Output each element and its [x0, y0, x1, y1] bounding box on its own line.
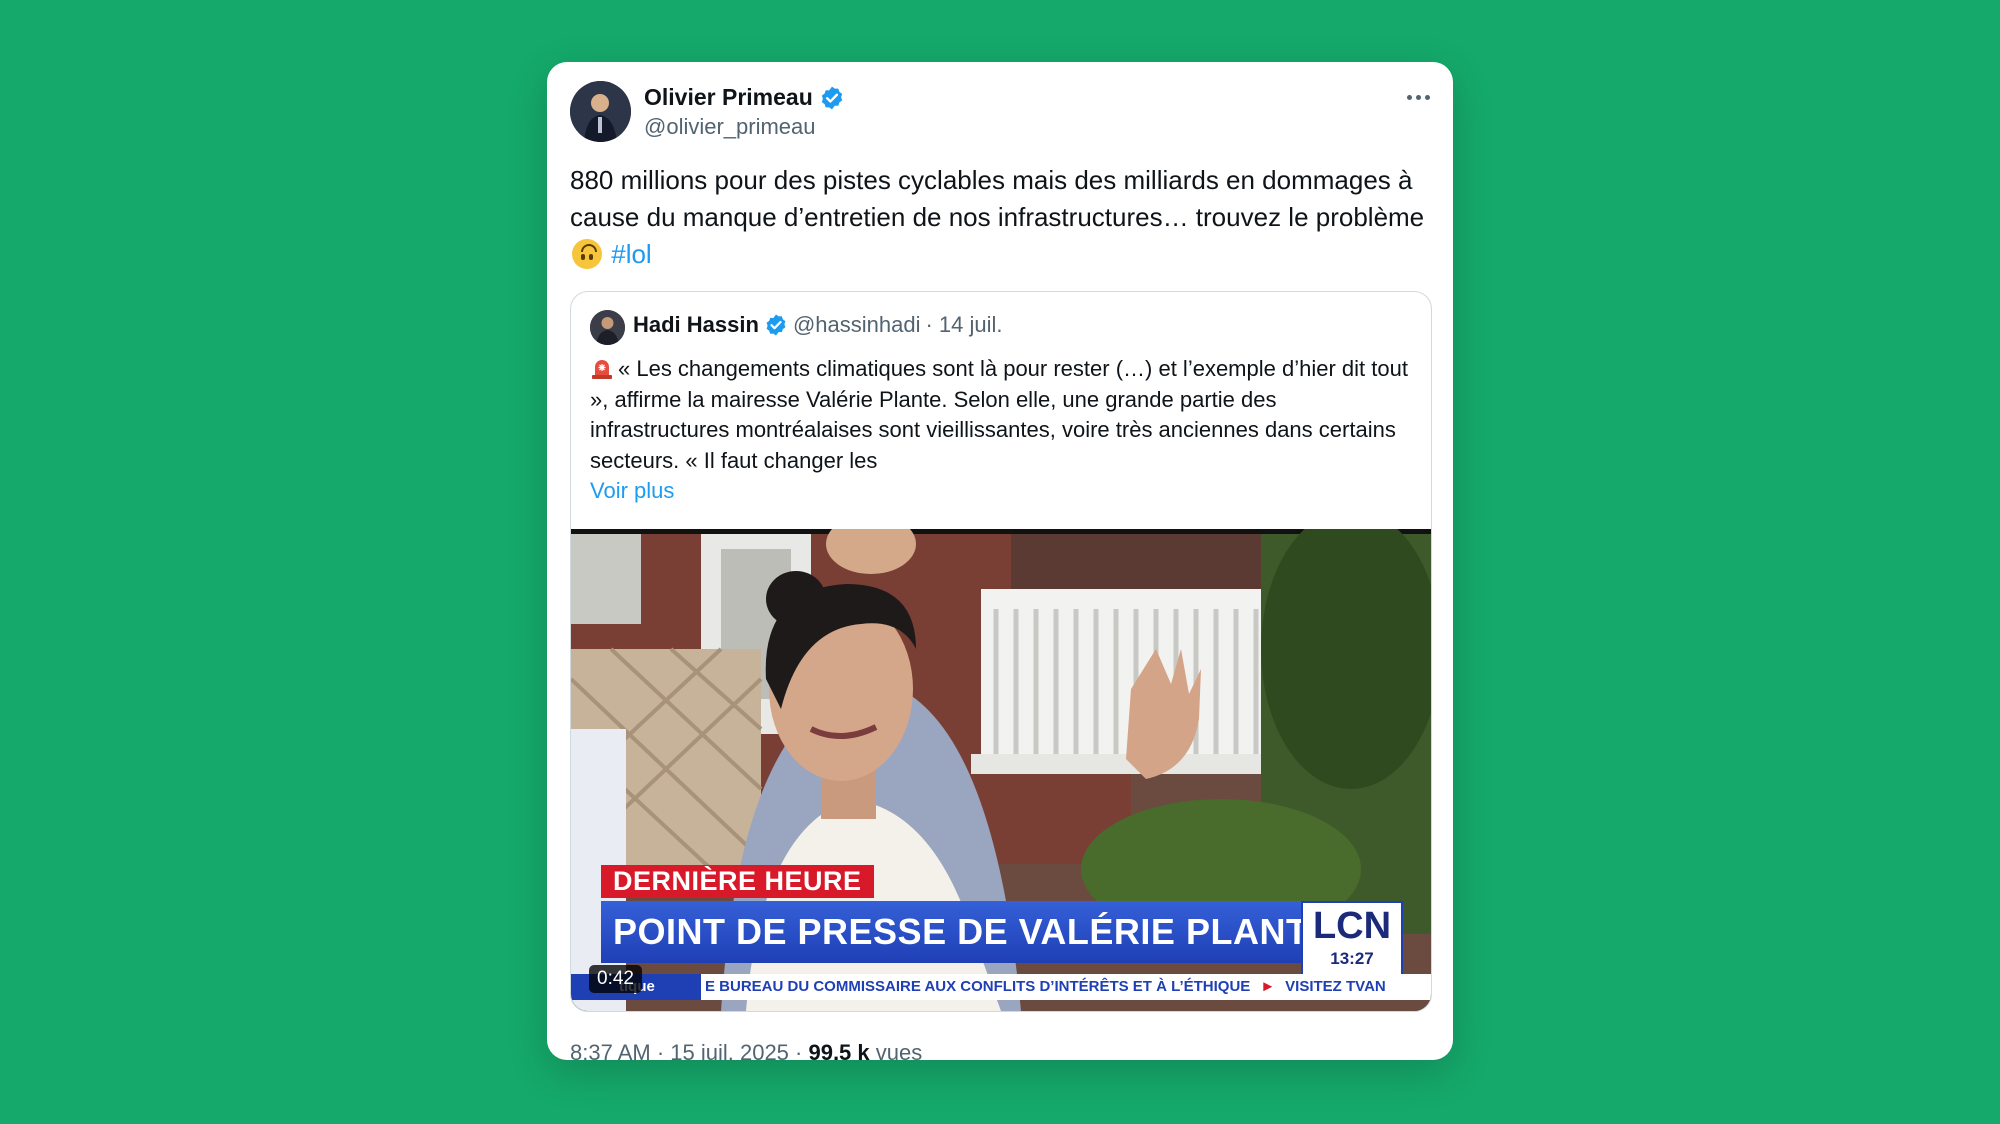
news-ticker: tique E BUREAU DU COMMISSAIRE AUX CONFLI…: [571, 974, 1431, 1000]
verified-badge-icon: [821, 86, 842, 109]
upside-down-face-icon: [572, 239, 602, 269]
views-label: vues: [869, 1040, 923, 1060]
quote-text: « Les changements climatiques sont là po…: [590, 354, 1410, 507]
quote-author-avatar[interactable]: [590, 310, 625, 345]
quote-author-name[interactable]: Hadi Hassin: [633, 312, 759, 338]
more-options-icon[interactable]: [1403, 82, 1433, 112]
quote-body: « Les changements climatiques sont là po…: [590, 356, 1408, 473]
hashtag-link[interactable]: #lol: [611, 239, 651, 269]
video-player[interactable]: DERNIÈRE HEURE POINT DE PRESSE DE VALÉRI…: [571, 529, 1431, 1011]
quote-header: Hadi Hassin @hassinhadi · 14 juil.: [633, 312, 1003, 338]
quoted-tweet[interactable]: Hadi Hassin @hassinhadi · 14 juil. « Les…: [570, 291, 1432, 1012]
views-count: 99,5 k: [808, 1040, 870, 1060]
breaking-news-tag: DERNIÈRE HEURE: [601, 865, 874, 898]
channel-name: LCN: [1312, 905, 1392, 947]
author-handle[interactable]: @olivier_primeau: [644, 114, 816, 140]
tweet-card[interactable]: Olivier Primeau @olivier_primeau 880 mil…: [547, 62, 1453, 1060]
ticker-headline: E BUREAU DU COMMISSAIRE AUX CONFLITS D’I…: [705, 978, 1251, 995]
quote-author-handle[interactable]: @hassinhadi: [793, 312, 921, 338]
author-name[interactable]: Olivier Primeau: [644, 84, 845, 111]
rotating-light-icon: [592, 360, 612, 379]
video-duration: 0:42: [589, 965, 642, 993]
channel-logo: LCN 13:27: [1301, 901, 1403, 979]
tweet-meta: 8:37 AM · 15 juil. 2025 · 99,5 k vues: [570, 1040, 922, 1060]
ticker-arrow-icon: ►: [1260, 978, 1276, 995]
author-avatar[interactable]: [570, 81, 631, 142]
channel-clock: 13:27: [1330, 949, 1374, 968]
ticker-text: E BUREAU DU COMMISSAIRE AUX CONFLITS D’I…: [705, 974, 1386, 1000]
see-more-link[interactable]: Voir plus: [590, 476, 1410, 507]
tweet-timestamp[interactable]: 8:37 AM · 15 juil. 2025 ·: [570, 1040, 808, 1060]
quote-date[interactable]: · 14 juil.: [925, 312, 1002, 338]
tweet-body: 880 millions pour des pistes cyclables m…: [570, 165, 1425, 232]
tweet-text: 880 millions pour des pistes cyclables m…: [570, 162, 1430, 273]
verified-badge-icon: [766, 314, 786, 336]
ticker-headline-2: VISITEZ TVAN: [1285, 978, 1386, 995]
headline-banner: POINT DE PRESSE DE VALÉRIE PLANTE: [601, 901, 1332, 963]
